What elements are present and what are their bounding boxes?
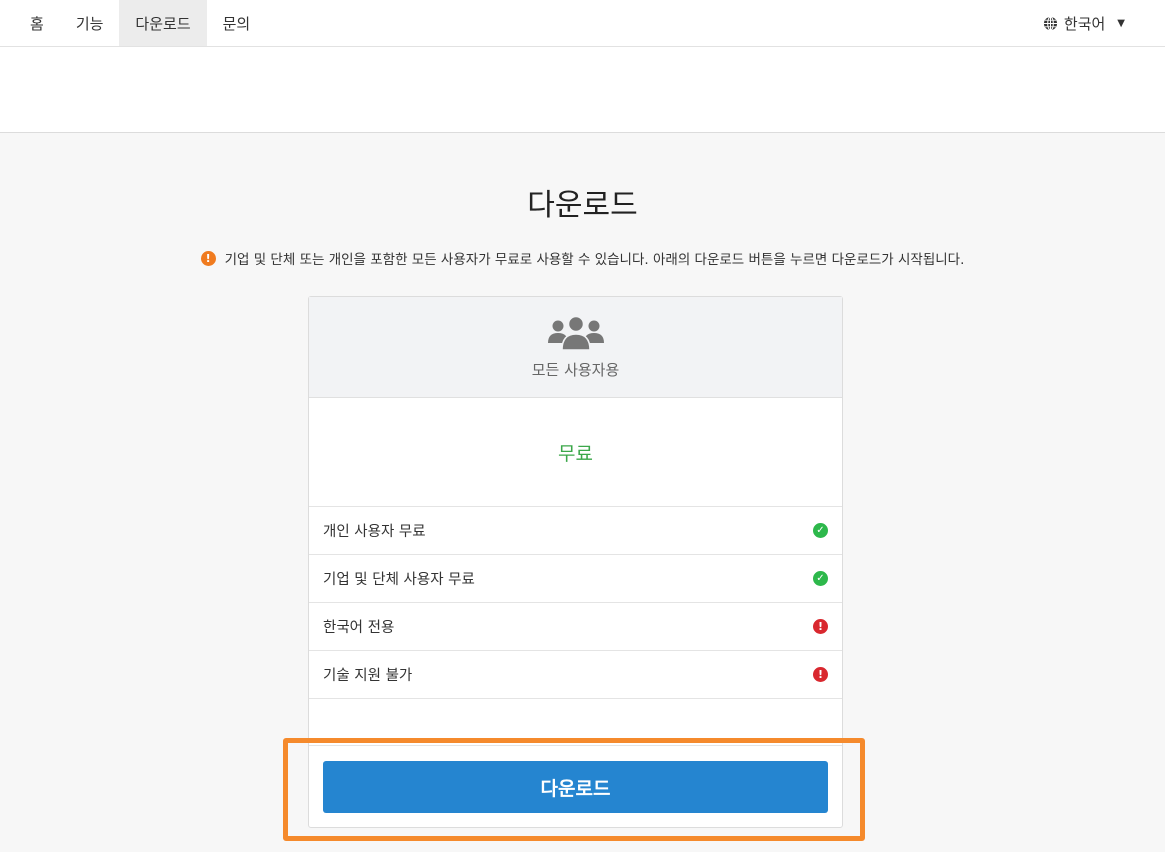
caret-down-icon: ▼ — [1117, 17, 1125, 29]
feature-row: 기술 지원 불가 ! — [309, 651, 842, 699]
notice: ! 기업 및 단체 또는 개인을 포함한 모든 사용자가 무료로 사용할 수 있… — [0, 248, 1165, 268]
price: 무료 — [309, 398, 842, 507]
check-circle-icon: ✓ — [813, 523, 828, 538]
feature-label: 기업 및 단체 사용자 무료 — [323, 572, 475, 588]
feature-label: 기술 지원 불가 — [323, 668, 413, 684]
nav-menu: 홈 기능 다운로드 문의 — [14, 0, 266, 46]
users-icon — [547, 315, 604, 351]
card-header: 모든 사용자용 — [309, 297, 842, 398]
pricing-card: 모든 사용자용 무료 개인 사용자 무료 ✓ 기업 및 단체 사용자 무료 ✓ … — [308, 296, 843, 828]
plan-name: 모든 사용자용 — [531, 361, 620, 379]
check-circle-icon: ✓ — [813, 571, 828, 586]
exclamation-circle-icon: ! — [813, 619, 828, 634]
download-button[interactable]: 다운로드 — [323, 761, 828, 813]
nav-item-features[interactable]: 기능 — [60, 0, 120, 46]
language-selector[interactable]: 한국어 ▼ — [1043, 0, 1125, 46]
nav-item-download[interactable]: 다운로드 — [119, 0, 207, 46]
nav-item-contact[interactable]: 문의 — [207, 0, 267, 46]
top-navigation: 홈 기능 다운로드 문의 한국어 ▼ — [0, 0, 1165, 47]
download-button-container: 다운로드 — [309, 746, 842, 813]
card-spacer — [309, 699, 842, 746]
globe-icon — [1043, 15, 1057, 31]
exclamation-circle-icon: ! — [813, 667, 828, 682]
nav-item-home[interactable]: 홈 — [14, 0, 60, 46]
feature-label: 개인 사용자 무료 — [323, 524, 426, 540]
feature-label: 한국어 전용 — [323, 620, 395, 636]
feature-row: 개인 사용자 무료 ✓ — [309, 507, 842, 555]
header-band — [0, 47, 1165, 133]
page-title: 다운로드 — [527, 188, 638, 223]
notice-text: 기업 및 단체 또는 개인을 포함한 모든 사용자가 무료로 사용할 수 있습니… — [224, 252, 965, 268]
language-label: 한국어 — [1063, 14, 1106, 33]
feature-row: 한국어 전용 ! — [309, 603, 842, 651]
warning-icon: ! — [200, 250, 216, 266]
feature-row: 기업 및 단체 사용자 무료 ✓ — [309, 555, 842, 603]
